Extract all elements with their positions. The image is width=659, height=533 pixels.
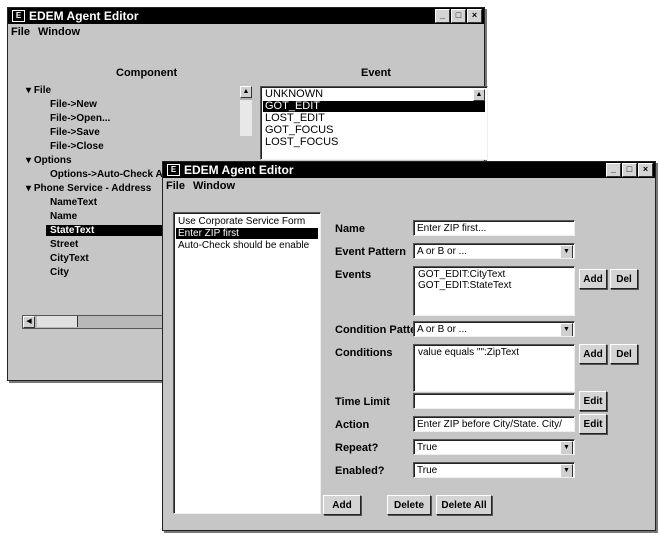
events-item[interactable]: GOT_EDIT:StateText	[416, 280, 572, 291]
menu-file[interactable]: File	[11, 26, 30, 38]
event-item-got-focus[interactable]: GOT_FOCUS	[263, 125, 485, 136]
tree-item-city[interactable]: City	[50, 267, 69, 278]
event-item-lost-edit[interactable]: LOST_EDIT	[263, 113, 485, 124]
event-item-unknown[interactable]: UNKNOWN	[263, 89, 485, 100]
time-limit-edit-button[interactable]: Edit	[579, 391, 607, 411]
conditions-del-button[interactable]: Del	[610, 344, 638, 364]
events-item[interactable]: GOT_EDIT:CityText	[416, 269, 572, 280]
events-add-button[interactable]: Add	[579, 269, 607, 289]
action-label: Action	[335, 419, 370, 431]
conditions-list[interactable]: value equals "":ZipText	[413, 344, 575, 392]
back-window-titlebar[interactable]: E EDEM Agent Editor _ □ ×	[8, 8, 484, 24]
add-agent-button[interactable]: Add	[323, 495, 361, 515]
condition-pattern-select[interactable]: A or B or ... ▼	[413, 321, 575, 337]
tree-item-options-autocheck[interactable]: Options->Auto-Check A	[50, 169, 163, 180]
maximize-icon[interactable]: □	[451, 9, 466, 23]
events-list[interactable]: GOT_EDIT:CityText GOT_EDIT:StateText	[413, 266, 575, 316]
events-label: Events	[335, 269, 372, 281]
tree-horizontal-scrollbar[interactable]: ◀	[22, 315, 174, 329]
menu-window[interactable]: Window	[193, 180, 235, 192]
action-input[interactable]: Enter ZIP before City/State. City/	[413, 416, 575, 432]
repeat-select[interactable]: True ▼	[413, 439, 575, 455]
event-pattern-select[interactable]: A or B or ... ▼	[413, 243, 575, 259]
events-del-button[interactable]: Del	[610, 269, 638, 289]
app-icon: E	[12, 10, 25, 22]
tree-item-name[interactable]: Name	[50, 211, 77, 222]
minimize-icon[interactable]: _	[435, 9, 450, 23]
tree-item-citytext[interactable]: CityText	[50, 253, 89, 264]
back-window-title: EDEM Agent Editor	[29, 9, 139, 23]
minimize-icon[interactable]: _	[606, 163, 621, 177]
delete-all-button[interactable]: Delete All	[436, 495, 492, 515]
front-window-titlebar[interactable]: E EDEM Agent Editor _ □ ×	[163, 162, 655, 178]
tree-item-statetext[interactable]: StateText	[46, 225, 180, 236]
app-icon: E	[167, 164, 180, 176]
tree-item-nametext[interactable]: NameText	[50, 197, 97, 208]
menu-window[interactable]: Window	[38, 26, 80, 38]
conditions-item[interactable]: value equals "":ZipText	[416, 347, 572, 358]
close-icon[interactable]: ×	[638, 163, 653, 177]
condition-pattern-value: A or B or ...	[417, 324, 468, 335]
conditions-label: Conditions	[335, 347, 393, 359]
tree-item-file[interactable]: ▾ File	[26, 85, 51, 96]
enabled-label: Enabled?	[335, 465, 385, 477]
menu-file[interactable]: File	[166, 180, 185, 192]
name-input[interactable]: Enter ZIP first...	[413, 220, 575, 236]
tree-vertical-scrollbar[interactable]: ▲	[240, 86, 252, 136]
tree-item-file-new[interactable]: File->New	[50, 99, 97, 110]
close-icon[interactable]: ×	[467, 9, 482, 23]
chevron-down-icon[interactable]: ▼	[560, 441, 573, 454]
event-header: Event	[361, 67, 391, 79]
maximize-icon[interactable]: □	[622, 163, 637, 177]
event-pattern-label: Event Pattern	[335, 246, 406, 258]
tree-item-file-close[interactable]: File->Close	[50, 141, 104, 152]
front-window-title: EDEM Agent Editor	[184, 163, 294, 177]
time-limit-input[interactable]	[413, 393, 575, 409]
action-edit-button[interactable]: Edit	[579, 414, 607, 434]
front-editor-window: E EDEM Agent Editor _ □ × File Window Us…	[162, 161, 656, 531]
repeat-value: True	[417, 442, 438, 453]
agent-item-corporate-form[interactable]: Use Corporate Service Form	[176, 216, 318, 227]
time-limit-label: Time Limit	[335, 396, 390, 408]
repeat-label: Repeat?	[335, 442, 379, 454]
delete-agent-button[interactable]: Delete	[387, 495, 431, 515]
event-item-lost-focus[interactable]: LOST_FOCUS	[263, 137, 485, 148]
conditions-add-button[interactable]: Add	[579, 344, 607, 364]
event-scroll-up-icon[interactable]: ▲	[473, 89, 485, 101]
scroll-left-icon[interactable]: ◀	[23, 316, 35, 328]
event-list[interactable]: UNKNOWN GOT_EDIT LOST_EDIT GOT_FOCUS LOS…	[260, 86, 488, 160]
agent-list[interactable]: Use Corporate Service Form Enter ZIP fir…	[173, 212, 321, 514]
name-label: Name	[335, 223, 365, 235]
event-pattern-value: A or B or ...	[417, 246, 468, 257]
tree-item-file-open[interactable]: File->Open...	[50, 113, 110, 124]
agent-item-enter-zip[interactable]: Enter ZIP first	[176, 228, 318, 239]
tree-item-file-save[interactable]: File->Save	[50, 127, 100, 138]
back-menubar: File Window	[8, 24, 484, 40]
chevron-down-icon[interactable]: ▼	[560, 464, 573, 477]
chevron-down-icon[interactable]: ▼	[560, 323, 573, 336]
agent-item-auto-check[interactable]: Auto-Check should be enable	[176, 240, 318, 251]
tree-item-street[interactable]: Street	[50, 239, 78, 250]
chevron-down-icon[interactable]: ▼	[560, 245, 573, 258]
event-item-got-edit[interactable]: GOT_EDIT	[263, 101, 485, 112]
front-menubar: File Window	[163, 178, 655, 194]
scroll-up-icon[interactable]: ▲	[240, 86, 252, 98]
component-header: Component	[116, 67, 178, 79]
tree-item-phone-service[interactable]: ▾ Phone Service - Address	[26, 183, 151, 194]
tree-item-options[interactable]: ▾ Options	[26, 155, 72, 166]
enabled-value: True	[417, 465, 438, 476]
enabled-select[interactable]: True ▼	[413, 462, 575, 478]
